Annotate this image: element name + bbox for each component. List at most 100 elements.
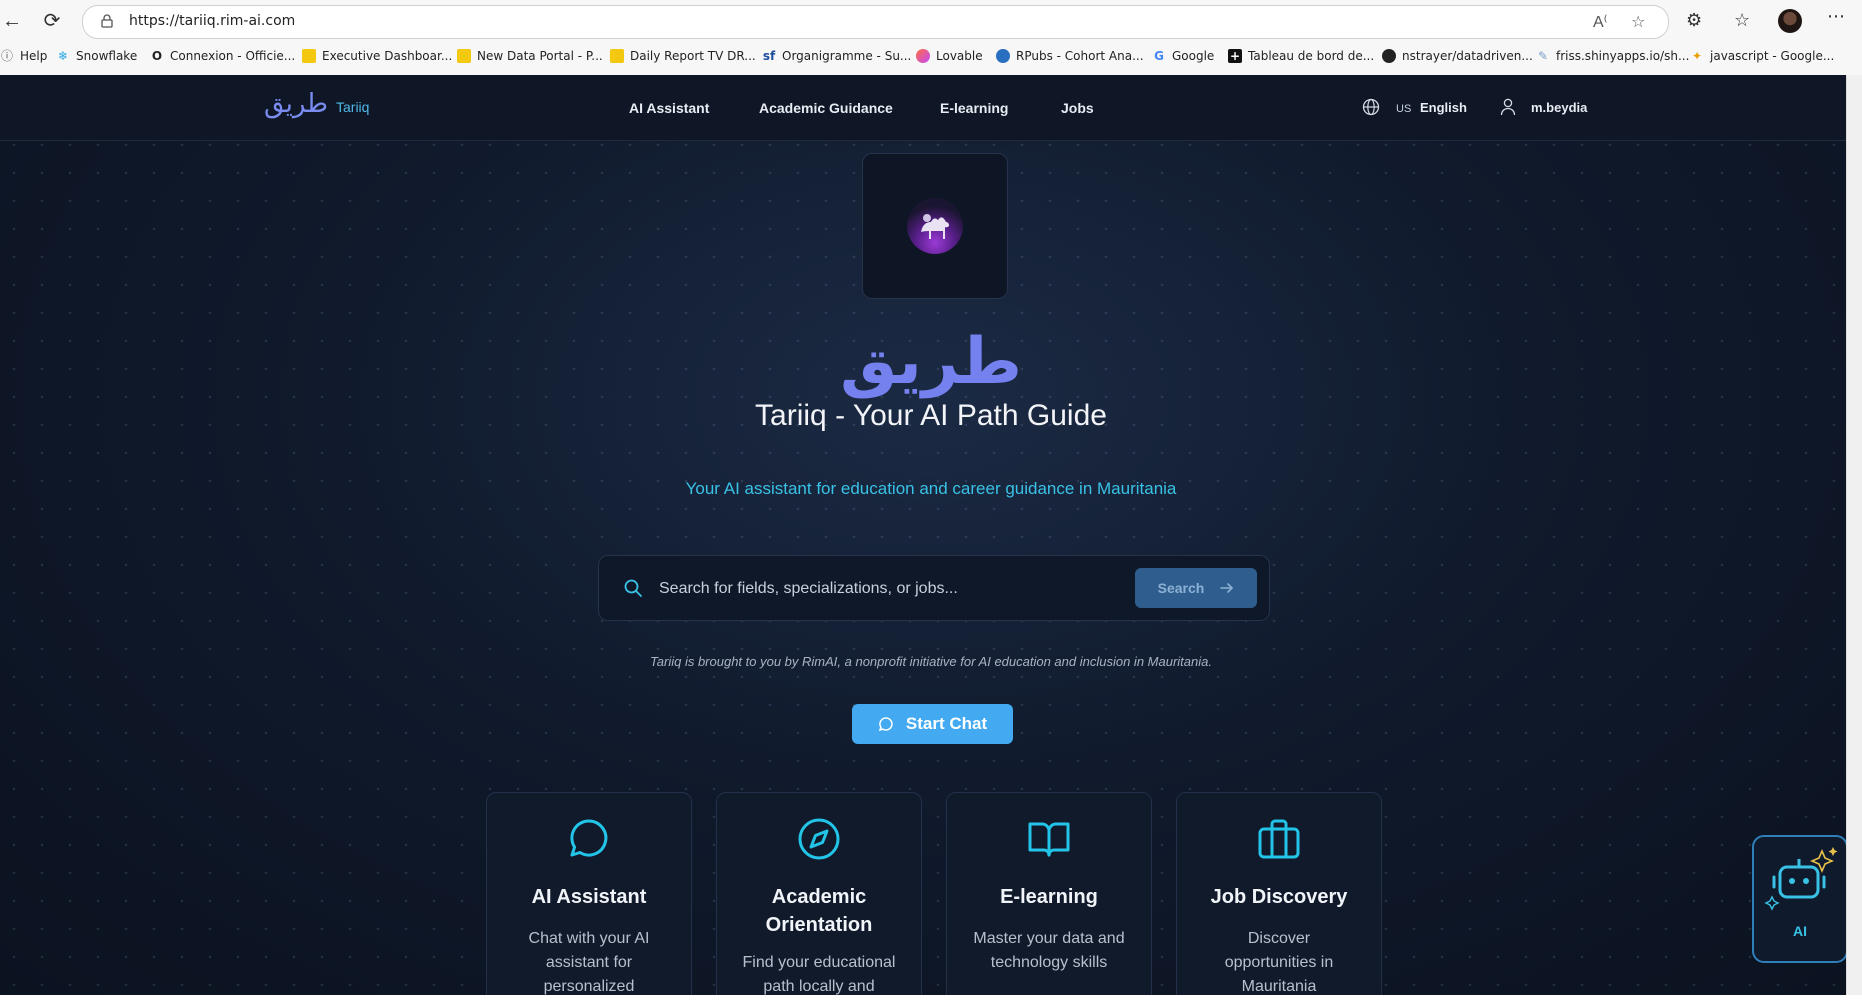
bookmark-label: Lovable [936,49,983,63]
powerbi-icon [457,49,471,63]
plus-icon: + [1228,49,1242,63]
help-icon: ⓘ [0,49,13,63]
card-desc: path locally and [763,978,875,995]
bookmark-item[interactable]: sf Organigramme - Su... [762,45,912,67]
profile-avatar[interactable] [1778,9,1802,33]
card-desc: Find your educational [742,954,896,971]
start-chat-button[interactable]: Start Chat [852,704,1013,744]
username[interactable]: m.beydia [1531,100,1587,115]
search-button-label: Search [1157,580,1205,596]
card-desc: assistant for [545,954,633,971]
bookmark-item[interactable]: + Tableau de bord de... [1228,45,1374,67]
chat-bubble-icon [570,819,608,857]
tariiq-page: طريق Tariiq AI Assistant Academic Guidan… [0,75,1862,995]
brand-name[interactable]: Tariiq [336,99,369,115]
url-text[interactable]: https://tariiq.rim-ai.com [129,13,295,29]
bookmark-label: Executive Dashboar... [322,49,453,63]
bookmark-item[interactable]: ✎ friss.shinyapps.io/sh... [1536,45,1689,67]
bookmark-item[interactable]: ❄ Snowflake [56,45,137,67]
extensions-icon[interactable]: ⚙ [1686,10,1702,31]
powerbi-icon [302,49,316,63]
powerbi-icon [610,49,624,63]
card-title: Academic Orientation [765,886,873,936]
bookmark-item[interactable]: nstrayer/datadriven... [1382,45,1533,67]
ai-assistant-fab[interactable]: AI [1752,835,1848,963]
js-icon: ✦ [1691,49,1703,63]
language-selector[interactable]: English [1420,100,1467,115]
card-desc: Master your data and [973,930,1125,947]
address-bar[interactable]: https://tariiq.rim-ai.com A⁽ ☆ [82,5,1669,39]
hero-subtitle: Your AI assistant for education and care… [685,479,1177,498]
lovable-icon [916,49,930,63]
logo-card [862,153,1008,299]
bookmark-item[interactable]: Executive Dashboar... [302,45,452,67]
reload-icon[interactable]: ⟳ [40,9,64,33]
card-desc: Chat with your AI [528,930,650,947]
bookmark-label: Daily Report TV DR... [630,49,756,63]
bookmark-label: Google [1172,49,1215,63]
bookmark-item[interactable]: RPubs - Cohort Ana... [996,45,1144,67]
card-title: E-learning [1000,886,1098,908]
bookmark-label: Help [20,49,48,63]
feature-card-e-learning[interactable]: E-learning Master your data and technolo… [946,792,1152,995]
camel-icon [921,214,949,239]
start-chat-label: Start Chat [905,714,988,733]
search-input[interactable] [657,574,1101,604]
card-desc: Mauritania [1241,978,1317,995]
globe-icon[interactable] [1362,98,1380,116]
card-desc: technology skills [990,954,1108,971]
shiny-icon: ✎ [1537,49,1549,63]
brand-logo-arabic[interactable]: طريق [264,89,328,119]
compass-icon [798,818,840,860]
bookmark-label: friss.shinyapps.io/sh... [1556,49,1690,63]
robot-icon [1764,847,1838,911]
bookmark-item[interactable]: G Google [1152,45,1214,67]
bookmark-label: Tableau de bord de... [1248,49,1375,63]
bookmark-item[interactable]: ⓘ Help [0,45,47,67]
feature-card-job-discovery[interactable]: Job Discovery Discover opportunities in … [1176,792,1382,995]
language-code: US [1396,103,1412,115]
feature-card-academic-orientation[interactable]: Academic Orientation Find your education… [716,792,922,995]
o-icon: O [151,49,163,63]
bookmark-label: javascript - Google... [1710,49,1835,63]
card-desc: Discover [1247,930,1311,947]
rpubs-icon [996,49,1010,63]
bookmark-label: Connexion - Officie... [170,49,296,63]
hero-title: Tariiq - Your AI Path Guide [755,399,1107,432]
credit-text: Tariiq is brought to you by RimAI, a non… [650,654,1212,669]
nav-jobs[interactable]: Jobs [1061,100,1094,116]
bookmark-item[interactable]: New Data Portal - P... [457,45,603,67]
read-aloud-icon[interactable]: A⁽ [1593,12,1608,32]
feature-card-ai-assistant[interactable]: AI Assistant Chat with your AI assistant… [486,792,692,995]
favorites-icon[interactable]: ☆ [1734,10,1750,31]
briefcase-icon [1258,819,1300,859]
favorite-star-icon[interactable]: ☆ [1631,12,1645,32]
nav-academic-guidance[interactable]: Academic Guidance [759,100,893,116]
search-button[interactable]: Search [1135,568,1257,608]
bookmark-item[interactable]: Daily Report TV DR... [610,45,756,67]
bookmark-label: RPubs - Cohort Ana... [1016,49,1144,63]
hero-arabic-title: طريق [840,325,1022,399]
arrow-right-icon [1220,583,1234,593]
nav-ai-assistant[interactable]: AI Assistant [629,100,709,116]
user-icon[interactable] [1500,98,1516,116]
bookmark-label: nstrayer/datadriven... [1402,49,1533,63]
chat-bubble-icon [878,717,893,732]
bookmark-item[interactable]: O Connexion - Officie... [150,45,295,67]
nav-e-learning[interactable]: E-learning [940,100,1008,116]
bookmarks-bar: ⓘ Help ❄ Snowflake O Connexion - Officie...… [0,45,1862,67]
browser-chrome: ← ⟳ https://tariiq.rim-ai.com A⁽ ☆ ⚙ ☆ ⋯… [0,0,1862,76]
bookmark-label: Organigramme - Su... [782,49,912,63]
bookmark-item[interactable]: Lovable [916,45,983,67]
site-header: طريق Tariiq AI Assistant Academic Guidan… [0,75,1862,141]
bookmark-label: Snowflake [76,49,138,63]
card-desc: personalized [543,978,635,995]
bookmark-label: New Data Portal - P... [477,49,603,63]
camel-logo [907,198,963,254]
search-bar: Search [598,555,1270,621]
bookmark-item[interactable]: ✦ javascript - Google... [1690,45,1834,67]
fab-label: AI [1793,923,1807,939]
more-menu-icon[interactable]: ⋯ [1827,6,1845,27]
page-scrollbar[interactable] [1846,75,1862,995]
back-arrow-icon[interactable]: ← [0,9,24,33]
